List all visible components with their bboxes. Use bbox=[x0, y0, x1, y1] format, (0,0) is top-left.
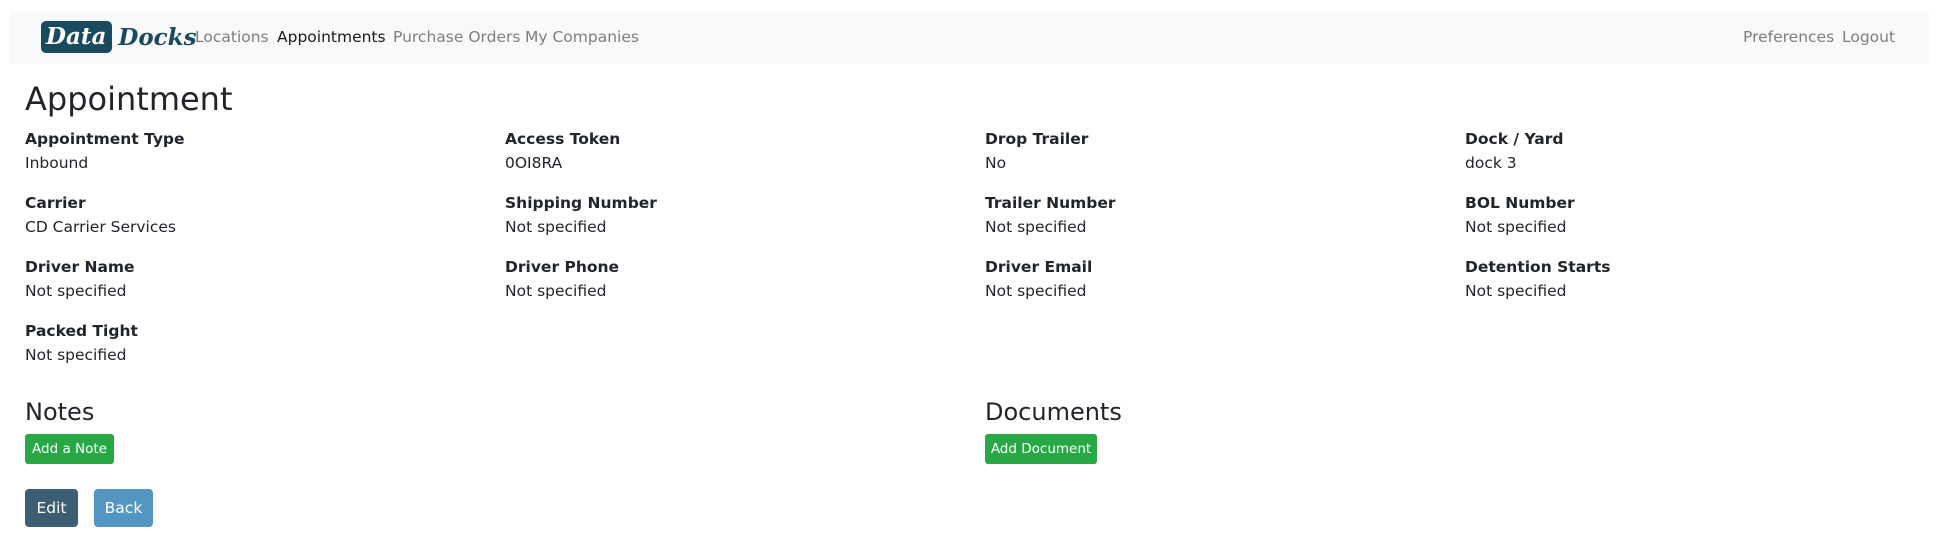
field-label: Drop Trailer bbox=[985, 130, 1089, 148]
field-value: Not specified bbox=[25, 282, 127, 300]
field-label: Driver Email bbox=[985, 258, 1093, 276]
field-driver-name: Driver Name Not specified bbox=[25, 256, 135, 302]
field-dock-yard: Dock / Yard dock 3 bbox=[1465, 128, 1563, 174]
field-label: BOL Number bbox=[1465, 194, 1575, 212]
field-value: Inbound bbox=[25, 154, 89, 172]
field-value: Not specified bbox=[1465, 282, 1567, 300]
add-note-button[interactable]: Add a Note bbox=[25, 434, 114, 464]
nav-link-my-companies[interactable]: My Companies bbox=[525, 28, 639, 46]
field-drop-trailer: Drop Trailer No bbox=[985, 128, 1088, 174]
field-detention-starts: Detention Starts Not specified bbox=[1465, 256, 1610, 302]
field-label: Access Token bbox=[505, 130, 621, 148]
nav-link-preferences[interactable]: Preferences bbox=[1743, 28, 1834, 46]
field-driver-email: Driver Email Not specified bbox=[985, 256, 1092, 302]
field-carrier: Carrier CD Carrier Services bbox=[25, 192, 176, 238]
field-value: Not specified bbox=[505, 282, 607, 300]
field-value: dock 3 bbox=[1465, 154, 1517, 172]
nav-link-logout[interactable]: Logout bbox=[1842, 28, 1895, 46]
field-value: Not specified bbox=[985, 218, 1087, 236]
field-value: CD Carrier Services bbox=[25, 218, 176, 236]
field-trailer-number: Trailer Number Not specified bbox=[985, 192, 1116, 238]
field-bol-number: BOL Number Not specified bbox=[1465, 192, 1575, 238]
field-value: Not specified bbox=[1465, 218, 1567, 236]
field-label: Driver Name bbox=[25, 258, 135, 276]
field-label: Shipping Number bbox=[505, 194, 657, 212]
brand-logo[interactable]: Data Docks bbox=[41, 21, 197, 53]
brand-logo-docks: Docks bbox=[118, 23, 197, 51]
field-label: Detention Starts bbox=[1465, 258, 1611, 276]
page-title: Appointment bbox=[25, 80, 233, 118]
edit-button[interactable]: Edit bbox=[25, 489, 78, 527]
field-shipping-number: Shipping Number Not specified bbox=[505, 192, 657, 238]
field-label: Appointment Type bbox=[25, 130, 185, 148]
field-value: 0OI8RA bbox=[505, 154, 563, 172]
field-label: Trailer Number bbox=[985, 194, 1116, 212]
nav-link-purchase-orders[interactable]: Purchase Orders bbox=[393, 28, 520, 46]
brand-logo-data: Data bbox=[41, 21, 113, 53]
nav-link-locations[interactable]: Locations bbox=[195, 28, 269, 46]
documents-title: Documents bbox=[985, 398, 1122, 426]
field-driver-phone: Driver Phone Not specified bbox=[505, 256, 619, 302]
field-packed-tight: Packed Tight Not specified bbox=[25, 320, 138, 366]
field-appointment-type: Appointment Type Inbound bbox=[25, 128, 185, 174]
field-value: Not specified bbox=[505, 218, 607, 236]
field-access-token: Access Token 0OI8RA bbox=[505, 128, 620, 174]
field-value: Not specified bbox=[25, 346, 127, 364]
top-navbar: Data Docks Locations Appointments Purcha… bbox=[10, 11, 1929, 64]
field-label: Driver Phone bbox=[505, 258, 620, 276]
field-label: Packed Tight bbox=[25, 322, 138, 340]
field-value: Not specified bbox=[985, 282, 1087, 300]
field-value: No bbox=[985, 154, 1007, 172]
field-label: Carrier bbox=[25, 194, 86, 212]
add-document-button[interactable]: Add Document bbox=[985, 434, 1097, 464]
back-button[interactable]: Back bbox=[94, 489, 153, 527]
field-label: Dock / Yard bbox=[1465, 130, 1564, 148]
notes-title: Notes bbox=[25, 398, 95, 426]
nav-link-appointments[interactable]: Appointments bbox=[277, 28, 386, 46]
